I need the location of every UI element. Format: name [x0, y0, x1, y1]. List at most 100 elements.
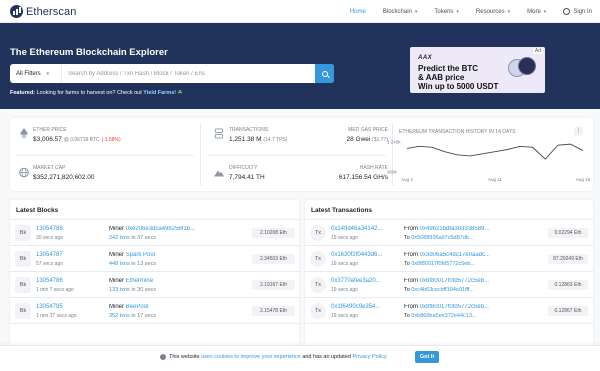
gas-price-stat: MED GAS PRICE 28 Gwei ($1.77) — [328, 127, 388, 143]
data-point[interactable] — [569, 143, 571, 145]
nav-tokens[interactable]: Tokens ▾ — [434, 9, 459, 15]
miner-label: Miner — [109, 278, 125, 284]
difficulty-stat: DIFFICULTY 7,794.41 TH — [229, 165, 265, 181]
nav-home[interactable]: Home — [350, 9, 366, 15]
block-number-link[interactable]: 13054788 — [36, 226, 63, 232]
to-address-link[interactable]: 0xb866ba5ee372e44c13... — [411, 313, 476, 319]
tx-amount: 0.02294 Eth — [548, 228, 588, 238]
got-it-button[interactable]: Got It — [415, 351, 439, 363]
transactions-tps: (14.7 TPS) — [263, 137, 288, 143]
chevron-down-icon: ▾ — [414, 8, 418, 15]
miner-link[interactable]: Spark Pool — [126, 252, 155, 258]
block-number-link[interactable]: 13054786 — [36, 278, 63, 284]
tx-badge: Tx — [310, 303, 326, 319]
data-point[interactable] — [557, 144, 559, 146]
block-number-link[interactable]: 13054787 — [36, 252, 63, 258]
block-txns-link[interactable]: 242 txns — [109, 235, 130, 241]
cookie-icon — [160, 354, 166, 360]
data-point[interactable] — [431, 146, 433, 148]
to-label: To — [404, 235, 410, 241]
tx-to: To 0x8f80017f0fd5772c5eb... — [404, 261, 499, 267]
tx-from: From 0x8f80017f0fd5772c5eb... — [404, 278, 499, 284]
x-tick-label: Aug 4 — [401, 177, 413, 182]
data-point[interactable] — [481, 153, 483, 155]
data-point[interactable] — [418, 145, 420, 147]
block-txns-link[interactable]: 352 txns — [109, 313, 130, 319]
chevron-down-icon: ▾ — [456, 8, 459, 15]
from-address-link[interactable]: 0x8f80017f0fd5772c5eb... — [420, 304, 489, 310]
top-navbar: Etherscan Home Blockchain ▾ Tokens ▾ Resou… — [0, 0, 600, 23]
from-address-link[interactable]: 0x3d06a5c4dc17e0aadc... — [420, 252, 490, 258]
to-address-link[interactable]: 0x5088936a97c5d87db... — [411, 235, 473, 241]
transactions-label: TRANSACTIONS — [229, 127, 269, 133]
nav-sign-in[interactable]: Sign In — [563, 8, 592, 15]
hash-rate-label: HASH RATE — [359, 165, 388, 171]
data-point[interactable] — [494, 150, 496, 152]
block-txns-link[interactable]: 133 txns — [109, 287, 130, 293]
cookie-text-before: This website — [169, 354, 200, 360]
to-address-link[interactable]: 0x8f80017f0fd5772c5eb... — [411, 261, 475, 267]
tx-hash-link[interactable]: 0x3770afee3a20... — [331, 278, 381, 284]
tx-age: 19 secs ago — [331, 235, 358, 241]
block-number-link[interactable]: 13054785 — [36, 304, 63, 310]
difficulty-value[interactable]: 7,794.41 TH — [229, 174, 265, 181]
ether-price-value[interactable]: $3,006.57 — [33, 136, 62, 143]
search-input[interactable] — [62, 64, 315, 83]
block-age: 1 min 37 secs ago — [36, 313, 77, 319]
tx-hash-link[interactable]: 0x1f6490c9e354... — [331, 304, 380, 310]
gas-price-value[interactable]: 28 Gwei — [346, 136, 370, 143]
user-icon — [563, 8, 571, 15]
block-miner: Miner Spark Pool — [109, 252, 199, 258]
data-point[interactable] — [544, 158, 546, 160]
miner-link[interactable]: BeePool — [126, 304, 149, 310]
divider — [200, 124, 201, 186]
privacy-policy-link[interactable]: Privacy Policy — [352, 354, 386, 360]
tx-hash-link[interactable]: 0x149d46a34142... — [331, 226, 382, 232]
yield-farms-link[interactable]: Yield Farms! — [143, 90, 176, 96]
miner-link[interactable]: Ethermine — [126, 278, 153, 284]
etherscan-logo[interactable]: Etherscan — [10, 5, 76, 18]
ether-price-btc: @ 0.06718 BTC — [63, 137, 100, 143]
tx-to: To 0xc4b63cecbff194e91fff... — [404, 287, 499, 293]
search-filter-select[interactable]: All Filters ▾ — [10, 64, 62, 83]
nav-resources[interactable]: Resources ▾ — [476, 9, 510, 15]
ad-banner[interactable]: Ad AAX Predict the BTC & AAB price Win u… — [410, 47, 545, 93]
transaction-row: Tx 0x3770afee3a20... 19 secs ago From 0x8f8… — [305, 272, 593, 298]
to-address-link[interactable]: 0xc4b63cecbff194e91fff... — [411, 287, 474, 293]
data-point[interactable] — [444, 150, 446, 152]
hash-rate-value[interactable]: 617,156.54 GH/s — [318, 174, 388, 181]
data-point[interactable] — [469, 155, 471, 157]
transactions-value[interactable]: 1,251.38 M — [229, 136, 262, 143]
ether-price-stat: ETHER PRICE $3,006.57 @ 0.06718 BTC (-1.… — [33, 127, 121, 143]
ad-line-3: Win up to 5000 USDT — [418, 82, 499, 91]
from-address-link[interactable]: 0x8f80017f0fd5772c5eb... — [420, 278, 489, 284]
nav-more[interactable]: More ▾ — [527, 9, 546, 15]
cookie-policy-link[interactable]: uses cookies to improve your experience — [201, 354, 301, 360]
to-label: To — [404, 261, 410, 267]
chart-title: ETHEREUM TRANSACTION HISTORY IN 14 DAYS — [399, 129, 516, 135]
miner-label: Miner — [109, 304, 125, 310]
data-point[interactable] — [582, 149, 584, 151]
tx-hash-link[interactable]: 0x1630f2f0443d6... — [331, 252, 382, 258]
mountain-icon — [214, 170, 224, 177]
difficulty-label: DIFFICULTY — [229, 165, 258, 171]
from-label: From — [404, 304, 418, 310]
search-button[interactable] — [315, 64, 334, 83]
nav-blockchain[interactable]: Blockchain ▾ — [383, 9, 418, 15]
block-reward: 2.15478 Eth — [252, 306, 295, 316]
tx-badge: Tx — [310, 277, 326, 293]
block-txns-link[interactable]: 448 txns — [109, 261, 130, 267]
data-point[interactable] — [406, 147, 408, 149]
transaction-row: Tx 0x1630f2f0443d6... 19 secs ago From 0x3d… — [305, 246, 593, 272]
ad-tag: Ad — [532, 48, 543, 54]
data-point[interactable] — [506, 148, 508, 150]
data-point[interactable] — [532, 146, 534, 148]
chart-menu-button[interactable]: ⋮ — [574, 127, 583, 136]
data-point[interactable] — [456, 154, 458, 156]
block-reward: 2.10208 Eth — [252, 228, 295, 238]
miner-link[interactable]: 0xe206e3dca498256f1b... — [126, 226, 195, 232]
cookie-text-middle: and has an updated — [302, 354, 351, 360]
data-point[interactable] — [519, 145, 521, 147]
from-address-link[interactable]: 0x49b21bdfa303338589... — [420, 226, 490, 232]
tx-badge: Tx — [310, 251, 326, 267]
